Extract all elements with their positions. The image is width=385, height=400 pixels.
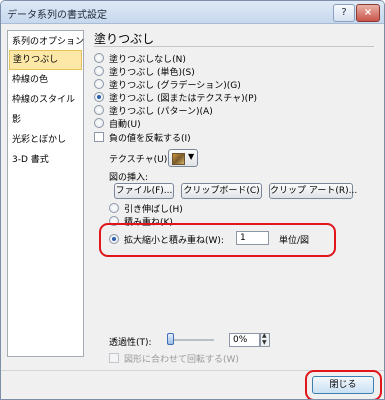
nav-item-border-color[interactable]: 枠線の色 (9, 70, 82, 90)
clipart-button[interactable]: クリップ アート(R)... (269, 183, 357, 199)
radio-stretch[interactable] (109, 203, 119, 213)
close-icon: × (363, 7, 373, 18)
rotate-with-shape-checkbox[interactable] (109, 353, 119, 363)
radio-label-solid-fill: 塗りつぶし (単色)(S) (109, 68, 195, 78)
radio-picture-texture-fill[interactable] (94, 92, 104, 102)
radio-solid-fill[interactable] (94, 66, 104, 76)
radio-label-stack-and-scale: 拡大縮小と積み重ね(W): (124, 236, 224, 246)
heading-divider (94, 46, 374, 47)
help-icon: ? (341, 7, 347, 18)
radio-label-stretch: 引き伸ばし(H) (124, 205, 183, 215)
category-nav: 系列のオプション 塗りつぶし 枠線の色 枠線のスタイル 影 光彩とぼかし 3-D… (7, 30, 84, 357)
transparency-input[interactable]: 0% (229, 333, 260, 347)
format-data-series-dialog: データ系列の書式設定 ? × 系列のオプション 塗りつぶし 枠線の色 枠線のスタ… (0, 0, 385, 400)
spinner-down-icon: ▼ (262, 339, 267, 346)
spinner-up-icon: ▲ (262, 332, 267, 339)
radio-no-fill[interactable] (94, 53, 104, 63)
radio-gradient-fill[interactable] (94, 79, 104, 89)
panel-heading: 塗りつぶし (94, 32, 155, 46)
nav-item-glow-soft-edges[interactable]: 光彩とぼかし (9, 130, 82, 150)
radio-label-pattern-fill: 塗りつぶし (パターン)(A) (109, 107, 213, 117)
radio-stack-and-scale[interactable] (109, 234, 119, 244)
radio-label-automatic: 自動(U) (109, 120, 141, 130)
texture-swatch-icon (172, 153, 185, 165)
close-button[interactable]: 閉じる (312, 376, 374, 394)
title-bar: データ系列の書式設定 ? × (1, 1, 384, 24)
transparency-label: 透過性(T): (109, 338, 152, 348)
radio-pattern-fill[interactable] (94, 105, 104, 115)
radio-label-gradient-fill: 塗りつぶし (グラデーション)(G) (109, 81, 241, 91)
clipboard-button[interactable]: クリップボード(C) (181, 183, 262, 199)
chevron-down-icon: ▼ (188, 152, 195, 161)
transparency-spinner[interactable]: ▲ ▼ (260, 332, 270, 347)
invert-negative-label: 負の値を反転する(I) (109, 134, 191, 144)
nav-item-series-options[interactable]: 系列のオプション (9, 32, 84, 52)
radio-automatic[interactable] (94, 118, 104, 128)
radio-label-no-fill: 塗りつぶしなし(N) (109, 55, 186, 65)
radio-stack[interactable] (109, 216, 119, 226)
stack-scale-input[interactable]: 1 (236, 231, 269, 245)
nav-item-border-style[interactable]: 枠線のスタイル (9, 90, 82, 110)
nav-item-shadow[interactable]: 影 (9, 110, 82, 130)
dialog-title: データ系列の書式設定 (7, 10, 107, 21)
fill-panel: 塗りつぶし 塗りつぶしなし(N) 塗りつぶし (単色)(S) 塗りつぶし (グラ… (89, 30, 378, 380)
rotate-with-shape-label: 図形に合わせて回転する(W) (124, 355, 239, 365)
file-button[interactable]: ファイル(F)... (114, 183, 174, 199)
close-window-button[interactable]: × (356, 4, 380, 22)
texture-label: テクスチャ(U): (109, 155, 171, 165)
radio-label-stack: 積み重ね(K) (124, 218, 173, 228)
radio-label-picture-texture-fill: 塗りつぶし (図またはテクスチャ)(P) (109, 94, 258, 104)
texture-dropdown[interactable]: ▼ (168, 149, 198, 167)
nav-item-fill[interactable]: 塗りつぶし (9, 50, 82, 70)
transparency-slider-thumb[interactable] (167, 333, 174, 345)
nav-item-3d-format[interactable]: 3-D 書式 (9, 150, 82, 170)
unit-label: 単位/図 (279, 236, 310, 246)
invert-negative-checkbox[interactable] (94, 132, 104, 142)
footer-divider (1, 370, 384, 371)
transparency-slider-track (169, 339, 214, 341)
insert-from-label: 図の挿入: (109, 173, 149, 183)
help-button[interactable]: ? (333, 4, 355, 22)
